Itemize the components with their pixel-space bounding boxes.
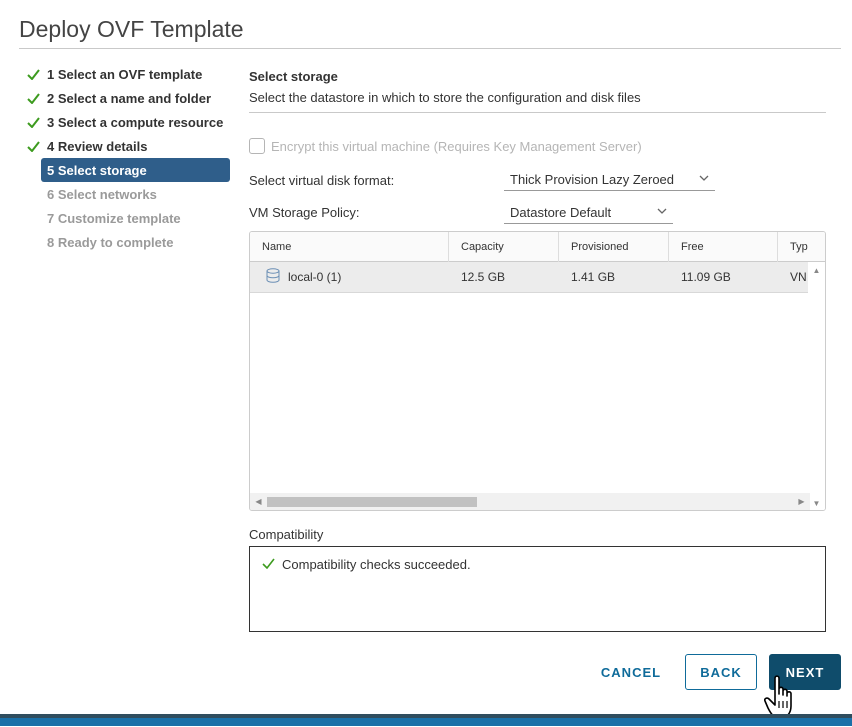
storage-policy-select[interactable]: Datastore Default [504, 202, 673, 224]
cell-capacity: 12.5 GB [461, 270, 506, 284]
step-label: 8 Ready to complete [47, 234, 174, 250]
step-label: 1 Select an OVF template [47, 66, 203, 82]
select-storage-panel: Select storage Select the datastore in w… [249, 66, 826, 632]
cancel-button[interactable]: CANCEL [592, 654, 670, 690]
cell-free: 11.09 GB [681, 270, 731, 284]
table-row[interactable]: local-0 (1) 12.5 GB 1.41 GB 11.09 GB VN [250, 262, 825, 293]
column-header-capacity[interactable]: Capacity [449, 232, 559, 262]
back-button[interactable]: BACK [685, 654, 757, 690]
step-select-networks: 6 Select networks [25, 182, 231, 206]
disk-format-value: Thick Provision Lazy Zeroed [510, 172, 675, 187]
section-divider [249, 112, 826, 113]
step-select-ovf-template[interactable]: 1 Select an OVF template [25, 62, 231, 86]
cell-type: VN [790, 270, 807, 284]
step-label: 6 Select networks [47, 186, 157, 202]
section-description: Select the datastore in which to store t… [249, 90, 641, 105]
horizontal-scrollbar[interactable]: ◀ ▶ [250, 493, 810, 510]
step-review-details[interactable]: 4 Review details [25, 134, 231, 158]
step-select-storage[interactable]: 5 Select storage [41, 158, 230, 182]
step-customize-template: 7 Customize template [25, 206, 231, 230]
section-heading: Select storage [249, 69, 338, 84]
step-select-name-folder[interactable]: 2 Select a name and folder [25, 86, 231, 110]
compatibility-message: Compatibility checks succeeded. [262, 557, 813, 572]
column-header-free[interactable]: Free [669, 232, 778, 262]
check-icon [27, 68, 47, 80]
step-label: 5 Select storage [47, 162, 147, 178]
cell-provisioned: 1.41 GB [571, 270, 616, 284]
scroll-left-icon[interactable]: ◀ [250, 497, 267, 506]
step-label: 7 Customize template [47, 210, 181, 226]
compatibility-text: Compatibility checks succeeded. [282, 557, 471, 572]
title-divider [19, 48, 841, 49]
step-ready-to-complete: 8 Ready to complete [25, 230, 231, 254]
step-label: 3 Select a compute resource [47, 114, 224, 130]
vertical-scrollbar[interactable]: ▲ ▼ [808, 262, 825, 510]
scroll-down-icon[interactable]: ▼ [808, 499, 825, 508]
wizard-steps: 1 Select an OVF template 2 Select a name… [25, 62, 231, 254]
chevron-down-icon [699, 174, 709, 185]
storage-policy-value: Datastore Default [510, 205, 612, 220]
scroll-right-icon[interactable]: ▶ [793, 497, 810, 506]
storage-policy-label: VM Storage Policy: [249, 205, 360, 220]
database-icon [266, 268, 280, 286]
check-icon [27, 116, 47, 128]
datastore-name: local-0 (1) [288, 270, 342, 284]
column-header-type[interactable]: Typ [778, 232, 810, 262]
datastore-grid: Name Capacity Provisioned Free Typ local… [249, 231, 826, 511]
disk-format-select[interactable]: Thick Provision Lazy Zeroed [504, 169, 715, 191]
check-icon [27, 92, 47, 104]
grid-header: Name Capacity Provisioned Free Typ [250, 232, 825, 262]
compatibility-label: Compatibility [249, 527, 324, 542]
step-select-compute-resource[interactable]: 3 Select a compute resource [25, 110, 231, 134]
column-header-name[interactable]: Name [250, 232, 449, 262]
disk-format-label: Select virtual disk format: [249, 173, 395, 188]
bottom-bar [0, 714, 852, 726]
dialog-title: Deploy OVF Template [19, 16, 244, 42]
scroll-up-icon[interactable]: ▲ [808, 266, 825, 275]
horizontal-scroll-thumb[interactable] [267, 497, 477, 507]
compatibility-panel: Compatibility checks succeeded. [249, 546, 826, 632]
step-label: 2 Select a name and folder [47, 90, 212, 106]
column-header-provisioned[interactable]: Provisioned [559, 232, 669, 262]
step-label: 4 Review details [47, 138, 148, 154]
cell-name: local-0 (1) [250, 262, 449, 292]
chevron-down-icon [657, 207, 667, 218]
check-icon [27, 140, 47, 152]
encrypt-vm-option: Encrypt this virtual machine (Requires K… [249, 138, 642, 154]
check-icon [262, 557, 275, 572]
encrypt-vm-checkbox [249, 138, 265, 154]
encrypt-vm-label: Encrypt this virtual machine (Requires K… [271, 138, 642, 154]
